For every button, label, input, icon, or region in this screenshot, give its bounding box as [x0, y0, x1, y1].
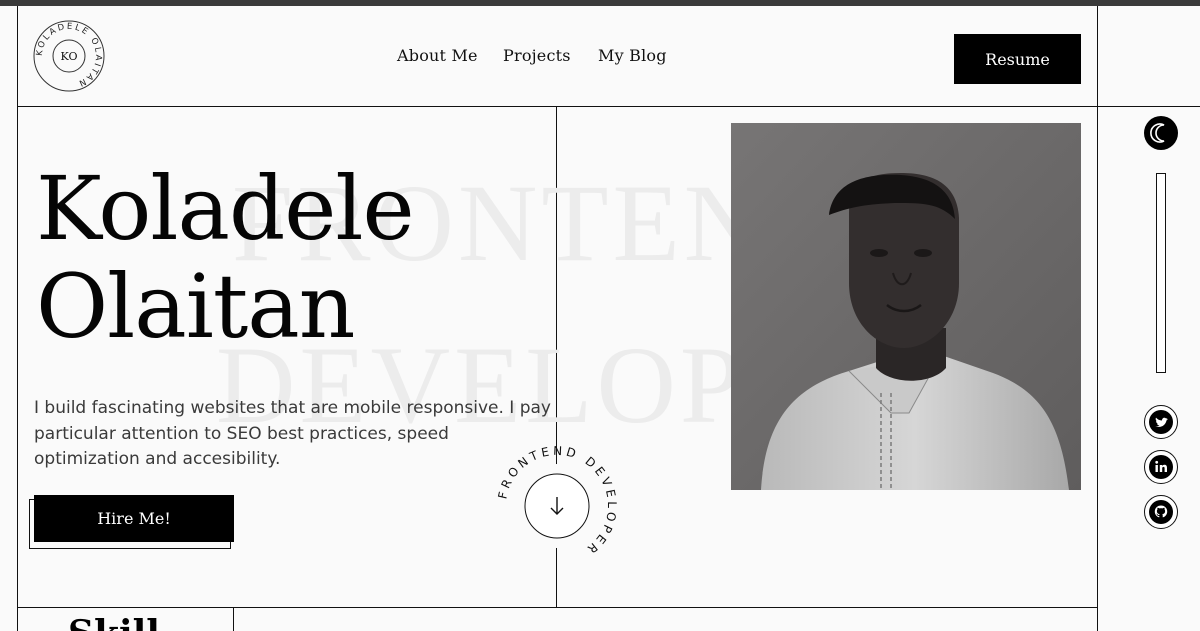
profile-photo	[731, 123, 1081, 490]
hero-name-first: Koladele	[36, 157, 415, 260]
moon-icon[interactable]	[1144, 116, 1178, 150]
browser-top-bar	[0, 0, 1200, 6]
hire-me-button[interactable]: Hire Me!	[34, 495, 234, 542]
frame-left-border	[17, 6, 18, 631]
skills-divider	[233, 607, 234, 631]
twitter-icon[interactable]	[1144, 405, 1178, 439]
skills-heading: Skill	[68, 614, 160, 631]
hero-tagline: I build fascinating websites that are mo…	[34, 398, 551, 469]
nav-about-me[interactable]: About Me	[397, 46, 478, 65]
github-icon[interactable]	[1144, 495, 1178, 529]
nav-projects[interactable]: Projects	[503, 46, 571, 65]
nav-my-blog[interactable]: My Blog	[598, 46, 667, 65]
frame-right-border	[1097, 6, 1098, 631]
resume-button[interactable]: Resume	[954, 34, 1081, 84]
header-divider	[17, 106, 1200, 107]
linkedin-icon[interactable]	[1144, 450, 1178, 484]
hero-name-last: Olaitan	[36, 255, 355, 358]
hero-bottom-divider	[17, 607, 1097, 608]
scroll-progress-track[interactable]	[1156, 173, 1166, 373]
hero-name: Koladele Olaitan	[36, 157, 415, 358]
